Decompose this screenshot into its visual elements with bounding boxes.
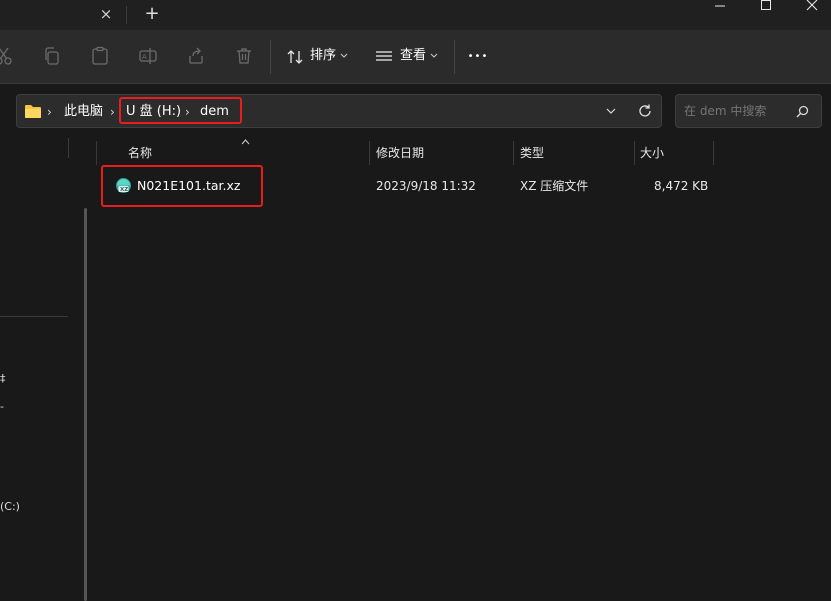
- file-date-modified: 2023/9/18 11:32: [376, 179, 476, 193]
- search-box[interactable]: [675, 94, 822, 128]
- highlight-box-file: [101, 165, 263, 207]
- column-name[interactable]: 名称: [128, 146, 152, 160]
- refresh-icon[interactable]: [637, 103, 653, 119]
- nav-item-local-disk[interactable]: (C:): [0, 500, 20, 513]
- nav-scroll-track: [68, 138, 69, 158]
- close-window-button[interactable]: [789, 0, 831, 30]
- sort-button[interactable]: 排序: [284, 40, 354, 74]
- minimize-button[interactable]: [697, 0, 743, 30]
- more-options-button[interactable]: •••: [466, 47, 490, 67]
- chevron-down-icon: [430, 53, 438, 58]
- column-type[interactable]: 类型: [520, 146, 544, 160]
- navigation-pane: ‡ - (C:): [0, 138, 88, 601]
- toolbar-separator: [454, 40, 455, 74]
- nav-item[interactable]: -: [0, 400, 4, 413]
- close-icon: [806, 0, 818, 11]
- sort-ascending-icon: [241, 139, 250, 145]
- column-divider[interactable]: [369, 141, 370, 165]
- chevron-down-icon[interactable]: [606, 108, 616, 115]
- minimize-icon: [715, 5, 725, 7]
- nav-item[interactable]: ‡: [0, 372, 6, 385]
- column-divider[interactable]: [634, 141, 635, 165]
- address-bar[interactable]: › 此电脑 › U 盘 (H:) › dem: [16, 94, 662, 128]
- column-divider[interactable]: [713, 141, 714, 165]
- tab-close-button[interactable]: ×: [98, 6, 114, 22]
- title-bar: × +: [0, 0, 831, 30]
- folder-icon: [25, 105, 41, 118]
- paste-icon[interactable]: [90, 46, 110, 66]
- column-divider[interactable]: [513, 141, 514, 165]
- column-divider: [96, 141, 97, 165]
- tab-divider: [126, 6, 127, 24]
- view-button[interactable]: 查看: [372, 40, 442, 74]
- column-date-modified[interactable]: 修改日期: [376, 146, 424, 160]
- delete-icon[interactable]: [234, 46, 254, 66]
- sort-icon: [287, 50, 303, 64]
- breadcrumb-this-pc[interactable]: 此电脑: [64, 104, 103, 120]
- copy-icon[interactable]: [42, 46, 62, 66]
- column-header-row: [96, 138, 816, 166]
- nav-scrollbar[interactable]: [84, 208, 87, 601]
- rename-icon[interactable]: A: [138, 46, 158, 66]
- maximize-button[interactable]: [743, 0, 789, 30]
- sort-label: 排序: [310, 48, 337, 63]
- file-size: 8,472 KB: [654, 179, 709, 193]
- toolbar-separator: [270, 40, 271, 74]
- share-icon[interactable]: [186, 46, 206, 66]
- search-input[interactable]: [684, 102, 794, 120]
- chevron-down-icon: [340, 53, 348, 58]
- highlight-box-path: [119, 97, 242, 124]
- file-type: XZ 压缩文件: [520, 179, 589, 193]
- column-size[interactable]: 大小: [640, 146, 664, 160]
- chevron-right-icon: ›: [47, 105, 52, 119]
- cut-icon[interactable]: [0, 46, 14, 66]
- view-label: 查看: [400, 48, 427, 63]
- svg-text:A: A: [142, 53, 147, 61]
- maximize-icon: [761, 0, 771, 10]
- view-icon: [376, 51, 392, 61]
- nav-divider: [0, 316, 68, 317]
- command-bar: A 排序 查看 •••: [0, 30, 831, 84]
- new-tab-button[interactable]: +: [144, 4, 160, 24]
- chevron-right-icon: ›: [110, 105, 115, 119]
- search-icon: [796, 105, 809, 118]
